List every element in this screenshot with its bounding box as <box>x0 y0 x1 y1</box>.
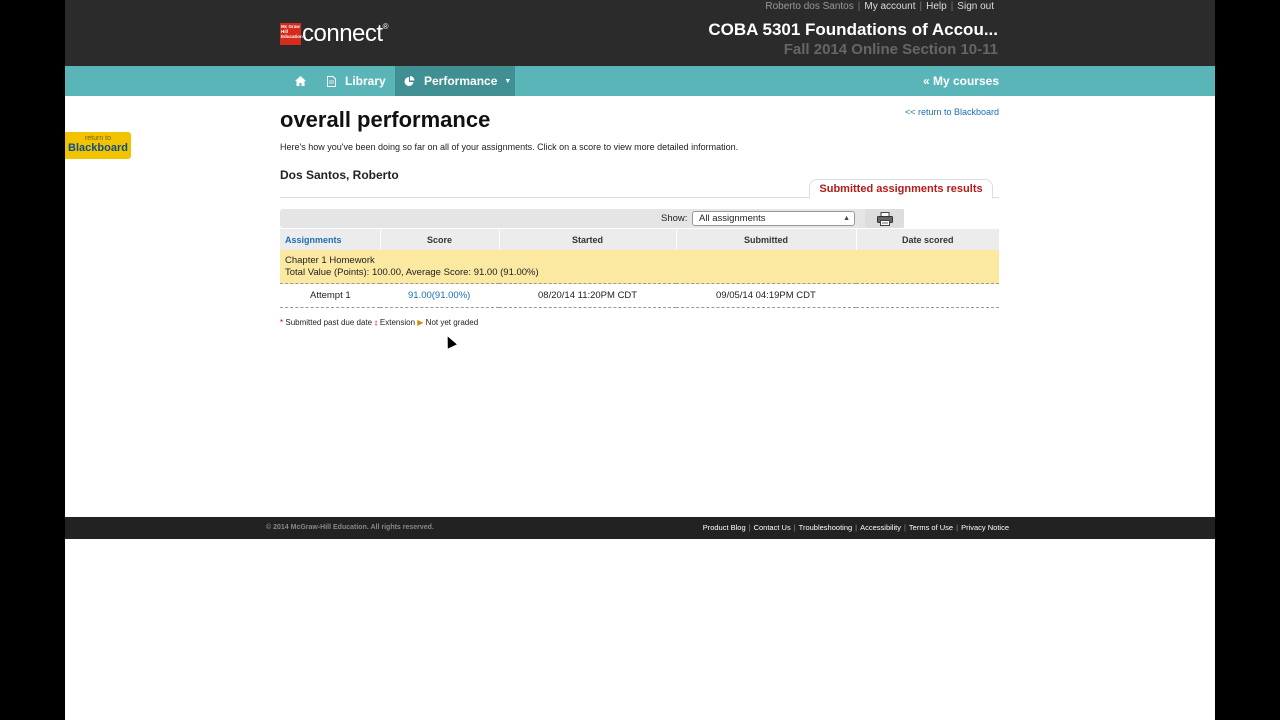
my-account-link[interactable]: My account <box>864 1 915 12</box>
return-to-blackboard-link[interactable]: << return to Blackboard <box>905 107 999 117</box>
logo-registered-mark: ® <box>382 22 389 31</box>
extension-marker-icon: ‡ <box>374 321 378 327</box>
copyright: © 2014 McGraw-Hill Education. All rights… <box>266 524 434 531</box>
page: Roberto dos Santos | My account | Help | Sign … <box>65 0 1215 720</box>
mcgraw-hill-logo-badge: Mc Graw Hill Education <box>280 23 303 45</box>
intro-text: Here's how you've been doing so far on a… <box>280 142 739 152</box>
footer: © 2014 McGraw-Hill Education. All rights… <box>65 517 1215 539</box>
chevron-down-icon: ▼ <box>504 77 512 85</box>
footer-link-privacy[interactable]: Privacy Notice <box>961 523 1009 532</box>
asterisk-icon: * <box>280 318 284 327</box>
legend-extension: Extension <box>379 318 416 327</box>
help-link[interactable]: Help <box>926 1 947 12</box>
top-header: Roberto dos Santos | My account | Help | Sign … <box>65 0 1215 66</box>
my-courses-link[interactable]: « My courses <box>923 66 999 96</box>
pie-chart-icon <box>404 75 415 86</box>
show-filter-value: All assignments <box>699 213 766 224</box>
legend-past-due: Submitted past due date <box>285 318 373 327</box>
legend-not-graded: Not yet graded <box>425 318 479 327</box>
legend: * Submitted past due date ‡ Extension ▶ … <box>280 318 478 327</box>
home-icon <box>294 76 306 86</box>
nav-performance[interactable]: Performance ▼ <box>395 66 515 96</box>
page-title: overall performance <box>280 107 491 132</box>
main-nav: Library Performance ▼ « My courses <box>65 66 1215 96</box>
bb-tab-line1: return to <box>84 135 112 142</box>
table-header-row: Assignments Score Started Submitted Date… <box>280 229 999 250</box>
col-score: Score <box>379 229 499 250</box>
nav-library-label: Library <box>345 74 386 88</box>
student-name: Dos Santos, Roberto <box>280 168 399 182</box>
document-icon <box>327 75 336 87</box>
nav-home[interactable] <box>289 66 311 96</box>
user-name: Roberto dos Santos <box>765 1 854 12</box>
attempt-submitted: 09/05/14 04:19PM CDT <box>676 283 856 308</box>
footer-link-product-blog[interactable]: Product Blog <box>703 523 746 532</box>
course-title: COBA 5301 Foundations of Accou... <box>708 20 998 39</box>
connect-logo[interactable]: Mc Graw Hill Education connect ® <box>280 21 388 47</box>
mouse-cursor-icon <box>443 334 457 349</box>
return-to-blackboard-tab[interactable]: return to Blackboard <box>65 132 131 159</box>
col-started: Started <box>498 229 676 250</box>
print-button[interactable] <box>865 209 904 228</box>
footer-links: Product Blog | Contact Us | Troubleshooting |… <box>702 523 1009 532</box>
assignment-name: Chapter 1 Homework <box>285 255 375 266</box>
footer-link-troubleshooting[interactable]: Troubleshooting <box>799 523 853 532</box>
attempt-date-scored <box>856 283 999 308</box>
assignments-table: Assignments Score Started Submitted Date… <box>280 229 999 308</box>
show-label: Show: <box>661 213 688 224</box>
attempt-label: Attempt 1 <box>280 283 380 308</box>
nav-performance-label: Performance <box>424 74 498 88</box>
course-section: Fall 2014 Online Section 10-11 <box>783 41 998 58</box>
footer-link-accessibility[interactable]: Accessibility <box>860 523 901 532</box>
attempt-started: 08/20/14 11:20PM CDT <box>499 283 676 308</box>
flag-icon: ▶ <box>417 318 424 327</box>
show-filter-select[interactable]: All assignments ▲▼ <box>692 211 855 235</box>
tab-submitted-results[interactable]: Submitted assignments results <box>809 179 993 199</box>
printer-icon <box>876 211 893 226</box>
bb-tab-line2: Blackboard <box>68 142 128 154</box>
attempt-score-link[interactable]: 91.00(91.00%) <box>380 283 499 308</box>
footer-link-contact-us[interactable]: Contact Us <box>754 523 791 532</box>
footer-link-terms[interactable]: Terms of Use <box>909 523 953 532</box>
logo-wordmark: connect <box>302 20 383 47</box>
col-submitted: Submitted <box>675 229 856 250</box>
col-assignments[interactable]: Assignments <box>280 229 380 250</box>
col-date-scored: Date scored <box>855 229 999 250</box>
nav-library[interactable]: Library <box>327 66 386 96</box>
user-links: Roberto dos Santos | My account | Help | Sign … <box>765 1 994 12</box>
sign-out-link[interactable]: Sign out <box>957 1 994 12</box>
assignment-summary: Total Value (Points): 100.00, Average Sc… <box>285 267 539 278</box>
table-row: Attempt 1 91.00(91.00%) 08/20/14 11:20PM… <box>280 283 999 308</box>
assignment-group-row: Chapter 1 Homework Total Value (Points):… <box>280 250 999 284</box>
